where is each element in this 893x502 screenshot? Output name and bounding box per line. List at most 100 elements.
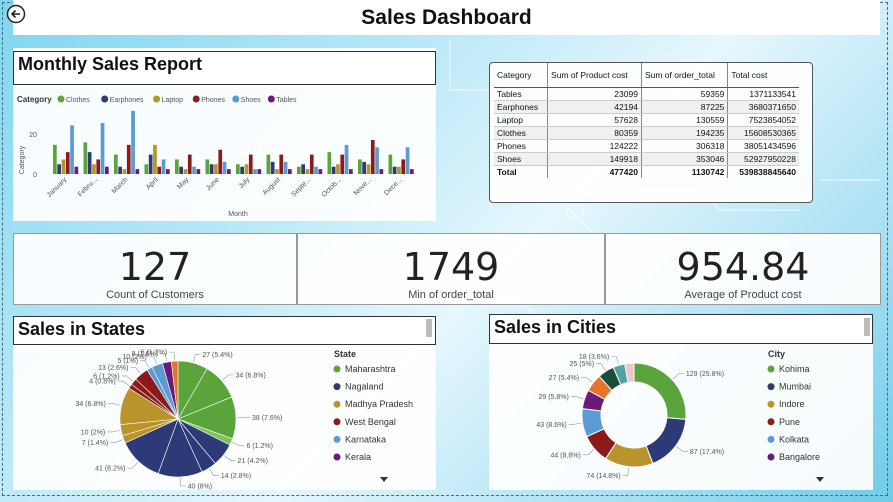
bar-laptop-1 xyxy=(92,164,96,174)
table-total-cell: 1130742 xyxy=(640,165,728,178)
table-cell: 80359 xyxy=(547,126,642,140)
bar-laptop-0 xyxy=(61,159,66,174)
pie-leader-line xyxy=(581,376,593,383)
pie-leader-line xyxy=(169,351,175,361)
legend-label-2[interactable]: Indore xyxy=(779,399,805,409)
bar-clothes-4 xyxy=(175,159,179,174)
bar-phones-5 xyxy=(218,149,223,174)
kpi-label-avg-cost: Average of Product cost xyxy=(684,289,802,301)
pie-data-label-7: 41 (8.2%) xyxy=(95,466,125,473)
legend-label-3[interactable]: West Bengal xyxy=(345,417,396,427)
table-header-cell[interactable]: Total cost xyxy=(727,63,799,88)
table-cell: 23099 xyxy=(547,87,642,101)
legend-label-4[interactable]: Kolkata xyxy=(779,434,809,444)
monthly-sales-chart: Category Clothes Earphones Laptop Phones Sho… xyxy=(17,95,414,218)
kpi-card-customers: 127 Count of Customers xyxy=(13,233,297,305)
cities-chart: 129 (25.8%) 87 (17.4%) 74 (14.8%) 44 (8.8%)… xyxy=(536,349,824,482)
table-cell: 3680371650 xyxy=(727,100,799,114)
legend-label-3[interactable]: Pune xyxy=(779,417,800,427)
bar-tables-8 xyxy=(318,169,323,174)
bar-clothes-9 xyxy=(327,152,332,174)
bar-clothes-3 xyxy=(144,164,149,174)
bar-clothes-7 xyxy=(266,154,271,174)
legend-marker-1 xyxy=(333,383,341,391)
kpi-value-avg-cost: 954.84 xyxy=(676,245,810,289)
pie-data-label-1: 87 (17.4%) xyxy=(690,449,724,456)
xtick-3: April xyxy=(145,176,160,191)
back-arrow-icon[interactable] xyxy=(6,4,26,24)
legend-label-0[interactable]: Kohima xyxy=(779,364,810,374)
bar-laptop-2 xyxy=(122,169,127,174)
xtick-5: June xyxy=(205,176,221,192)
legend-marker-5 xyxy=(767,453,775,461)
pie-data-label-5: 29 (5.8%) xyxy=(539,394,569,401)
legend-label-1[interactable]: Mumbai xyxy=(779,382,811,392)
monthly-ytick-20: 20 xyxy=(29,132,37,139)
pie-data-label-8: 18 (3.6%) xyxy=(579,354,609,361)
bar-clothes-5 xyxy=(205,159,210,174)
xtick-11: Dece... xyxy=(383,176,404,197)
table-cell: 57628 xyxy=(547,113,642,127)
bar-tables-9 xyxy=(349,169,353,174)
bar-earphones-9 xyxy=(331,166,336,174)
pie-leader-line xyxy=(130,366,141,374)
table-cell: Phones xyxy=(494,139,548,153)
table-cell: Tables xyxy=(494,87,548,101)
legend-label-earphones: Earphones xyxy=(110,97,144,104)
monthly-xlabels: January Febru... March April May June July Augu… xyxy=(46,176,404,199)
bar-clothes-10 xyxy=(358,159,362,174)
title-bar: Sales Dashboard xyxy=(13,0,880,35)
legend-label-1[interactable]: Nagaland xyxy=(345,382,384,392)
table-total-row: Total 477420 1130742 539838845640 xyxy=(494,165,799,178)
bar-clothes-6 xyxy=(236,164,240,174)
kpi-value-customers: 127 xyxy=(118,245,192,289)
bar-shoes-11 xyxy=(405,147,410,174)
table-header-cell[interactable]: Category xyxy=(494,63,548,88)
legend-label-4[interactable]: Karnataka xyxy=(345,434,386,444)
legend-marker-clothes xyxy=(57,95,65,103)
pie-data-label-2: 38 (7.6%) xyxy=(252,415,282,422)
bar-earphones-11 xyxy=(392,166,397,174)
table-row: Tables 23099 59359 1371133541 xyxy=(494,87,799,101)
xtick-9: Octob... xyxy=(321,176,343,198)
pie-leader-line xyxy=(676,446,688,452)
pie-slice-0[interactable] xyxy=(633,362,687,420)
pie-leader-line xyxy=(121,375,133,382)
bar-shoes-8 xyxy=(314,166,318,174)
table-total-cell: 539838845640 xyxy=(727,165,799,178)
table-cell: 130559 xyxy=(640,113,728,127)
pie-slice-1[interactable] xyxy=(645,417,687,465)
legend-marker-tables xyxy=(267,95,275,103)
cities-scrollbar[interactable] xyxy=(864,318,870,336)
legend-label-5[interactable]: Kerala xyxy=(345,452,371,462)
legend-label-2[interactable]: Madhya Pradesh xyxy=(345,399,413,409)
table-cell: 38051434596 xyxy=(727,139,799,153)
table-header-cell[interactable]: Sum of Product cost xyxy=(547,63,642,88)
dashboard-title: Sales Dashboard xyxy=(361,6,532,29)
table-cell: 52927950228 xyxy=(727,152,799,166)
legend-marker-2 xyxy=(333,400,341,408)
bar-phones-11 xyxy=(401,159,406,174)
table-header-cell[interactable]: Sum of order_total xyxy=(640,63,728,88)
bar-shoes-5 xyxy=(222,161,227,174)
bar-shoes-9 xyxy=(344,144,349,174)
bar-tables-7 xyxy=(288,169,292,174)
states-pie: 27 (5.4%) 34 (6.8%) 38 (7.6%) 6 (1.2%) 21 (4… xyxy=(75,350,282,490)
legend-label-5[interactable]: Bangalore xyxy=(779,452,820,462)
states-legend-chevron-down-icon[interactable] xyxy=(380,477,388,482)
table-row: Clothes 80359 194235 15608530365 xyxy=(494,126,799,140)
legend-label-phones: Phones xyxy=(201,97,225,104)
bar-phones-10 xyxy=(370,140,375,174)
pie-leader-line xyxy=(127,462,139,469)
bar-earphones-2 xyxy=(118,166,122,174)
legend-label-0[interactable]: Maharashtra xyxy=(345,364,396,374)
kpi-value-min-order: 1749 xyxy=(402,245,500,289)
bar-tables-3 xyxy=(166,169,170,174)
legend-marker-earphones xyxy=(101,95,109,103)
summary-table: Category Sum of Product cost Sum of order_… xyxy=(494,63,799,178)
pie-leader-line xyxy=(232,442,245,446)
monthly-ylabel: Category xyxy=(19,145,26,174)
states-scrollbar[interactable] xyxy=(426,319,432,337)
xtick-0: January xyxy=(46,176,69,199)
cities-legend-chevron-down-icon[interactable] xyxy=(816,477,824,482)
